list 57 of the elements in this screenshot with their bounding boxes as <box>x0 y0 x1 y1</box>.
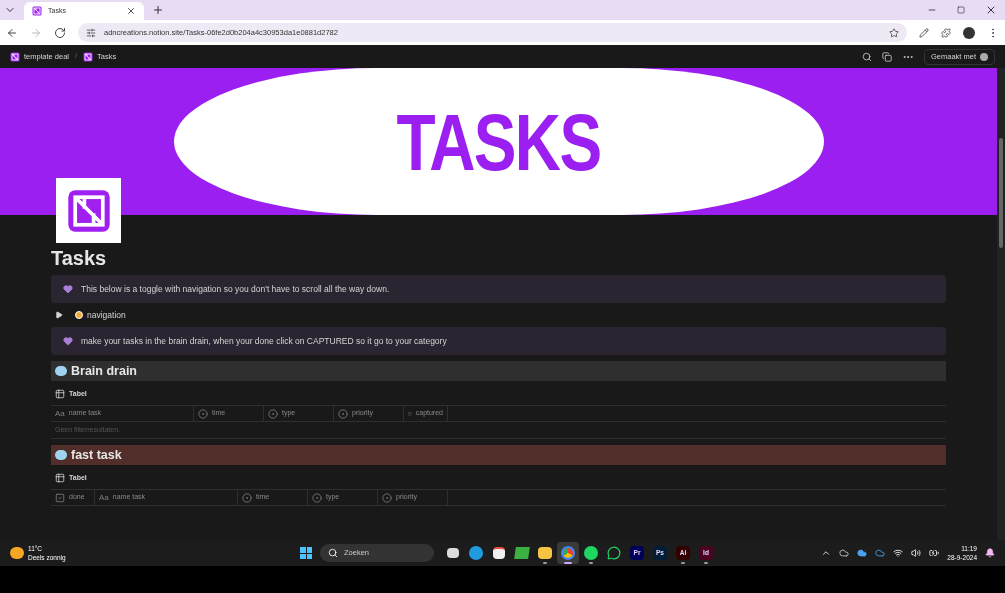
reload-icon[interactable] <box>54 26 66 39</box>
toggle-triangle-icon[interactable] <box>55 311 63 319</box>
select-property-icon <box>338 408 348 419</box>
extensions-icon[interactable] <box>941 27 951 38</box>
search-icon[interactable] <box>862 51 872 62</box>
cloud-icon[interactable] <box>857 548 868 558</box>
bookmark-star-icon[interactable] <box>889 27 899 38</box>
page-title: Tasks <box>51 246 108 271</box>
chat-bubble-icon <box>607 546 621 560</box>
scrollbar-thumb[interactable] <box>999 138 1003 248</box>
close-icon[interactable] <box>126 6 136 16</box>
select-property-icon <box>242 492 252 503</box>
pencil-icon[interactable] <box>919 27 929 38</box>
start-icon[interactable] <box>300 547 312 559</box>
notification-bell-icon[interactable] <box>985 548 995 558</box>
new-tab-icon[interactable] <box>152 4 164 16</box>
callout-text: make your tasks in the brain drain, when your done click on CAPTURED so it go to your category <box>81 334 447 348</box>
heart-icon <box>63 284 73 294</box>
heading-emoji-icon <box>55 450 67 460</box>
select-property-icon <box>312 492 322 503</box>
search-icon <box>328 548 338 558</box>
tray-expand-icon[interactable] <box>821 548 832 558</box>
site-settings-icon[interactable] <box>86 27 96 38</box>
select-property-icon <box>268 408 278 419</box>
back-icon[interactable] <box>6 26 18 39</box>
heart-icon <box>63 336 73 346</box>
heading-text: Brain drain <box>71 362 137 380</box>
page-icon <box>32 6 42 16</box>
taskbar-app[interactable] <box>557 542 579 564</box>
select-property-icon <box>198 408 208 419</box>
weather-icon[interactable] <box>10 547 24 559</box>
page-icon <box>10 51 20 62</box>
text-property-icon: Aa <box>55 407 65 420</box>
volume-icon[interactable] <box>911 548 922 558</box>
store-icon <box>493 547 505 559</box>
toggle-label[interactable]: navigation <box>87 308 126 322</box>
heading-emoji-icon <box>55 366 67 376</box>
select-property-icon <box>382 492 392 503</box>
battery-icon[interactable] <box>929 548 940 558</box>
cloud-icon[interactable] <box>875 548 886 558</box>
checkbox-property-icon <box>55 492 65 503</box>
heading-text: fast task <box>71 446 122 464</box>
page-icon <box>83 51 93 62</box>
close-icon[interactable] <box>985 4 997 16</box>
restore-icon[interactable] <box>957 6 965 14</box>
page-icon <box>65 187 112 234</box>
folder-icon <box>538 547 552 559</box>
banner-title: TASKS <box>396 95 601 189</box>
text-property-icon: Aa <box>99 491 109 504</box>
cloud-icon[interactable] <box>839 548 850 558</box>
profile-avatar[interactable] <box>963 26 975 39</box>
table-icon <box>55 473 65 483</box>
task-view-icon <box>447 548 459 558</box>
table-icon <box>55 389 65 399</box>
wifi-icon[interactable] <box>893 548 904 558</box>
duplicate-icon[interactable] <box>882 51 892 62</box>
callout-text: This below is a toggle with navigation so you don't have to scroll all the way down. <box>81 282 390 296</box>
